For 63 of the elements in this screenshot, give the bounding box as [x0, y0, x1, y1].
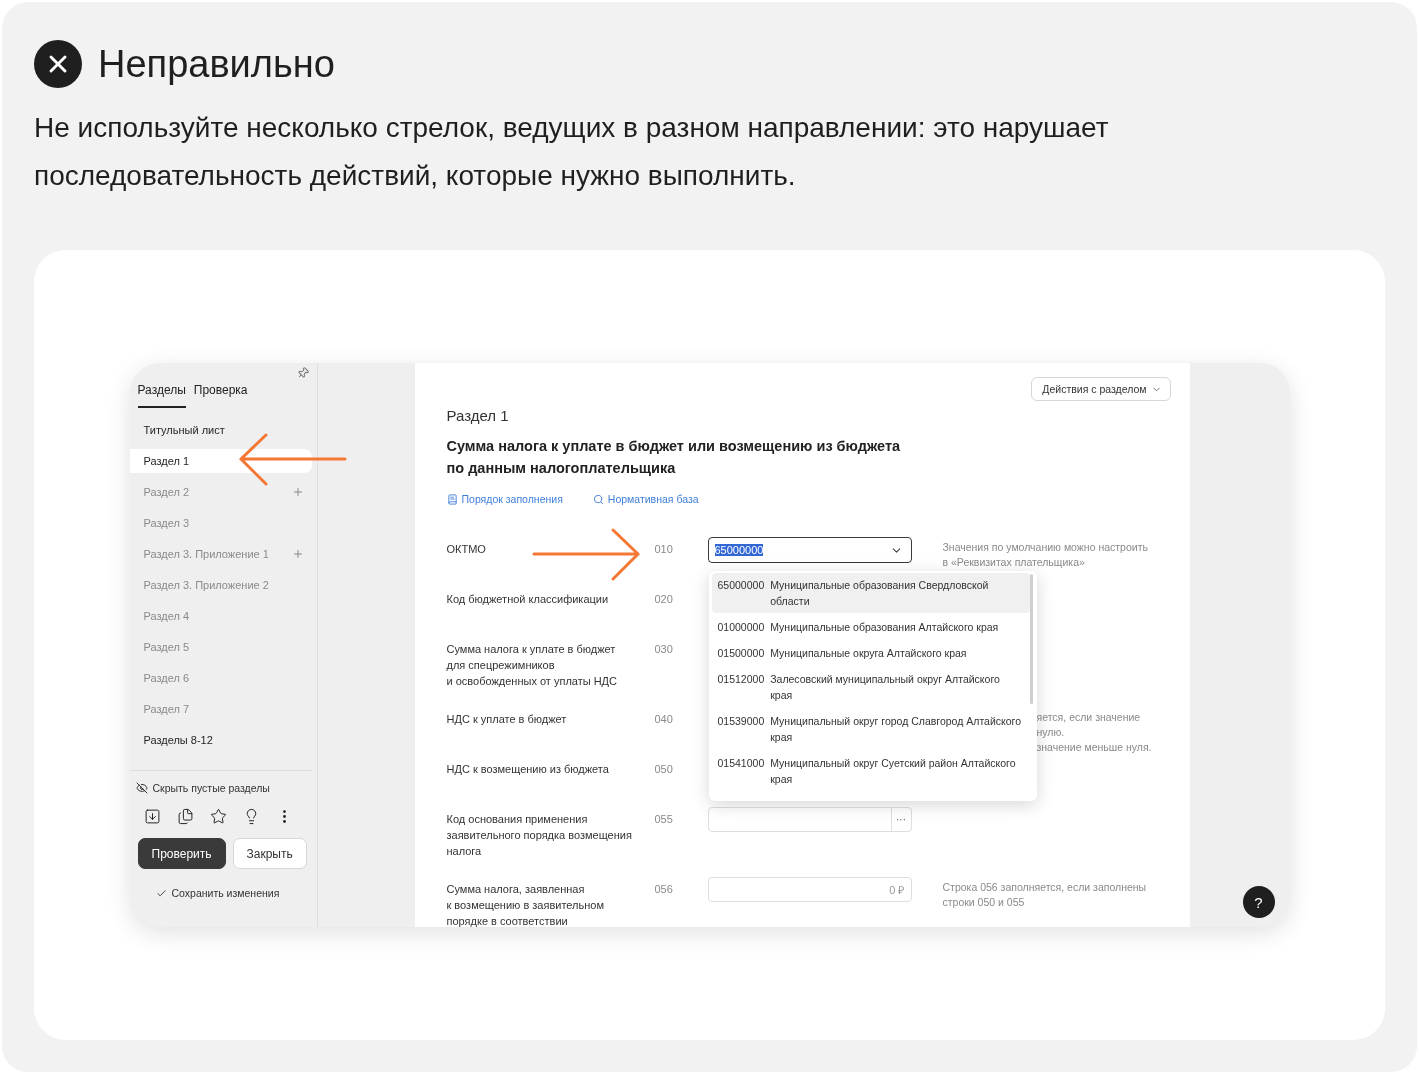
field-label: НДС к уплате в бюджет: [446, 712, 568, 727]
search-icon: [592, 493, 604, 505]
dropdown-option[interactable]: 01512000 Залесовский муниципальный округ Алтайского края: [711, 667, 1030, 707]
field-label: НДС к возмещению из бюджета: [446, 762, 610, 777]
section-label: Раздел 7: [143, 703, 190, 715]
dropdown-option[interactable]: 01500000 Муниципальные округа Алтайского края: [711, 641, 1030, 665]
field-hint: Строка 056 заполняется, если заполнены строки 050 и 055: [942, 880, 1147, 910]
section-label: Раздел 1: [143, 455, 190, 467]
section-label: Раздел 5: [143, 641, 190, 653]
section-item[interactable]: Разделы 8-12: [129, 728, 312, 752]
help-button[interactable]: ?: [1242, 886, 1275, 918]
field-hint: Значения по умолчанию можно настроить в «Реквизитах плательщика»: [942, 540, 1148, 570]
section-title: Раздел 1: [446, 407, 510, 424]
line-code: 050: [654, 762, 674, 777]
book-icon: [446, 493, 458, 505]
section-label: Разделы 8-12: [143, 734, 213, 746]
field-label: ОКТМО: [446, 542, 487, 557]
download-icon[interactable]: [143, 808, 161, 825]
line-code: 020: [654, 592, 674, 607]
dropdown-option[interactable]: 01539000 Муниципальный округ город Славгород Алтайского края: [711, 709, 1030, 749]
sidebar-tab[interactable]: Разделы: [137, 383, 186, 408]
field-label: Код бюджетной классификации: [446, 592, 610, 607]
copy-icon[interactable]: [176, 808, 194, 825]
dropdown-option[interactable]: 01000000 Муниципальные образования Алтайского края: [711, 615, 1030, 639]
eye-off-icon[interactable]: [135, 782, 148, 794]
line-code: 010: [654, 542, 674, 557]
help-link[interactable]: Нормативная база: [592, 493, 699, 505]
line-code: 040: [654, 712, 674, 727]
section-label: Раздел 3. Приложение 1: [143, 548, 269, 560]
actions-dropdown[interactable]: Действия с разделом: [1031, 377, 1171, 401]
check-icon: [155, 887, 167, 899]
line-code: 030: [654, 642, 674, 657]
sidebar-tab[interactable]: Проверка: [193, 383, 248, 408]
field-label: Сумма налога, заявленная к возмещению в заявительном порядке в соответствии: [446, 882, 605, 927]
help-link[interactable]: Порядок заполнения: [446, 493, 563, 505]
amount-field[interactable]: 0 ₽: [707, 877, 912, 902]
dropdown-option[interactable]: 01541000 Муниципальный округ Суетский район Алтайского края: [711, 751, 1030, 791]
oktmo-select[interactable]: 65000000: [707, 537, 912, 563]
line-code: 055: [654, 812, 674, 827]
hide-empty-link[interactable]: Скрыть пустые разделы: [152, 782, 270, 794]
more-button[interactable]: ···: [890, 808, 911, 831]
field-hint: яется, если значение нулю. значение меньше нуля.: [1036, 710, 1152, 755]
line-code: 056: [654, 882, 674, 897]
dropdown-option[interactable]: 65000000 Муниципальные образования Свердловской области: [711, 573, 1030, 613]
section-label: Титульный лист: [143, 424, 225, 436]
section-label: Раздел 6: [143, 672, 190, 684]
description: Не используйте несколько стрелок, ведущих в разном направлении: это нарушает последовательность действий, которые нужно выполнить.: [34, 111, 1110, 193]
field-label: Код основания применения заявительного порядка возмещения налога: [446, 812, 633, 859]
section-label: Раздел 4: [143, 610, 190, 622]
save-status: Сохранить изменения: [171, 887, 280, 899]
close-button[interactable]: Закрыть: [232, 838, 307, 869]
star-icon[interactable]: [209, 808, 227, 825]
heading: Неправильно: [98, 42, 335, 86]
section-item[interactable]: Раздел 1: [129, 449, 312, 473]
input-field[interactable]: ···: [707, 807, 912, 832]
section-label: Раздел 2: [143, 486, 190, 498]
form-title: Сумма налога к уплате в бюджет или возмещению из бюджета по данным налогоплательщика: [446, 437, 902, 478]
section-item[interactable]: Титульный лист: [129, 418, 312, 442]
close-icon: [34, 40, 82, 88]
section-label: Раздел 3. Приложение 2: [143, 579, 269, 591]
field-label: Сумма налога к уплате в бюджет для спецрежимников и освобожденных от уплаты НДС: [446, 642, 619, 689]
section-label: Раздел 3: [143, 517, 190, 529]
check-button[interactable]: Проверить: [137, 838, 226, 869]
